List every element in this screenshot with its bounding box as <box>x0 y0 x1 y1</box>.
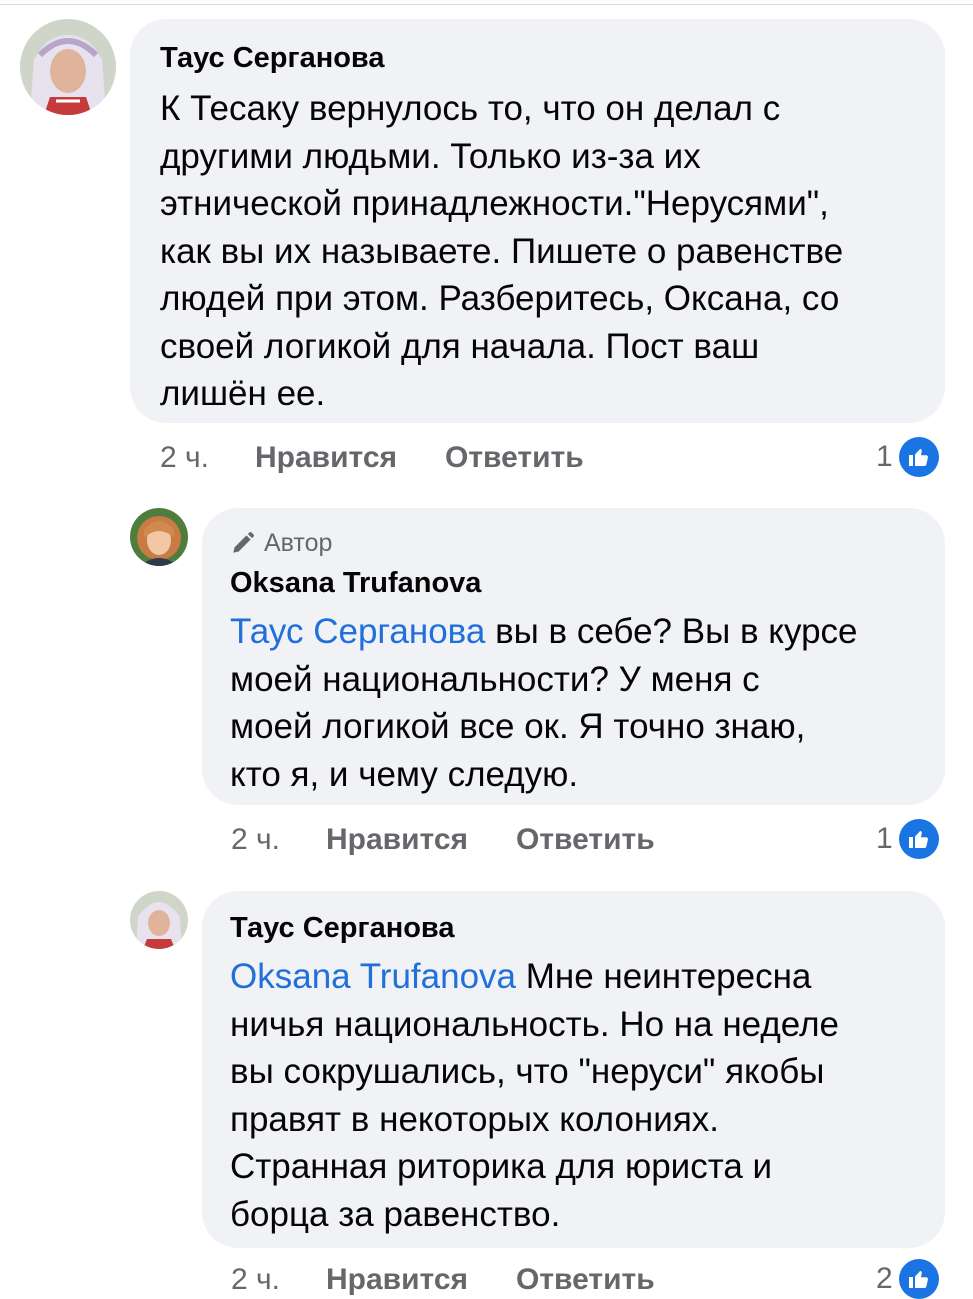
comment-actions: 2 ч. Нравится Ответить <box>231 1262 655 1298</box>
reply-button[interactable]: Ответить <box>516 1263 655 1297</box>
thumbs-up-icon <box>898 819 939 859</box>
comment-timestamp[interactable]: 2 ч. <box>160 441 209 475</box>
comment-actions: 2 ч. Нравится Ответить <box>231 822 655 858</box>
comment-actions: 2 ч. Нравится Ответить <box>160 440 584 476</box>
reaction-summary[interactable]: 2 <box>876 1259 939 1299</box>
like-button[interactable]: Нравится <box>255 441 397 475</box>
author-badge-label: Автор <box>264 529 333 557</box>
mention-link[interactable]: Oksana Trufanova <box>230 957 516 996</box>
thumbs-up-icon <box>898 1259 939 1299</box>
comment-bubble: Таус Серганова К Тесаку вернулось то, чт… <box>130 19 945 423</box>
reaction-summary[interactable]: 1 <box>876 437 939 477</box>
comment-text: Oksana Trufanova Мне неинтересна ничья н… <box>230 957 839 1234</box>
comment-text: К Тесаку вернулось то, что он делал с др… <box>160 89 844 413</box>
thumbs-up-icon <box>898 437 939 477</box>
comment-author[interactable]: Oksana Trufanova <box>230 566 917 600</box>
reaction-count: 2 <box>876 1262 893 1295</box>
pencil-icon <box>233 532 254 553</box>
comment-text: Таус Серганова вы в себе? Вы в курсе мое… <box>230 612 858 794</box>
comment-bubble: Таус Серганова Oksana Trufanova Мне неин… <box>202 891 945 1248</box>
comment-timestamp[interactable]: 2 ч. <box>231 1263 280 1297</box>
like-button[interactable]: Нравится <box>326 823 468 857</box>
reply-button[interactable]: Ответить <box>445 441 584 475</box>
avatar[interactable] <box>130 508 188 566</box>
reaction-count: 1 <box>876 440 893 473</box>
comment-bubble: Автор Oksana Trufanova Таус Серганова вы… <box>202 508 945 805</box>
top-divider <box>0 4 973 5</box>
comment-author[interactable]: Таус Серганова <box>230 911 917 945</box>
comment-author[interactable]: Таус Серганова <box>160 41 917 75</box>
avatar[interactable] <box>130 891 188 949</box>
author-badge: Автор <box>230 528 917 558</box>
avatar[interactable] <box>20 19 116 115</box>
like-button[interactable]: Нравится <box>326 1263 468 1297</box>
mention-link[interactable]: Таус Серганова <box>230 612 485 651</box>
comment-timestamp[interactable]: 2 ч. <box>231 823 280 857</box>
reaction-count: 1 <box>876 822 893 855</box>
reply-button[interactable]: Ответить <box>516 823 655 857</box>
reaction-summary[interactable]: 1 <box>876 819 939 859</box>
